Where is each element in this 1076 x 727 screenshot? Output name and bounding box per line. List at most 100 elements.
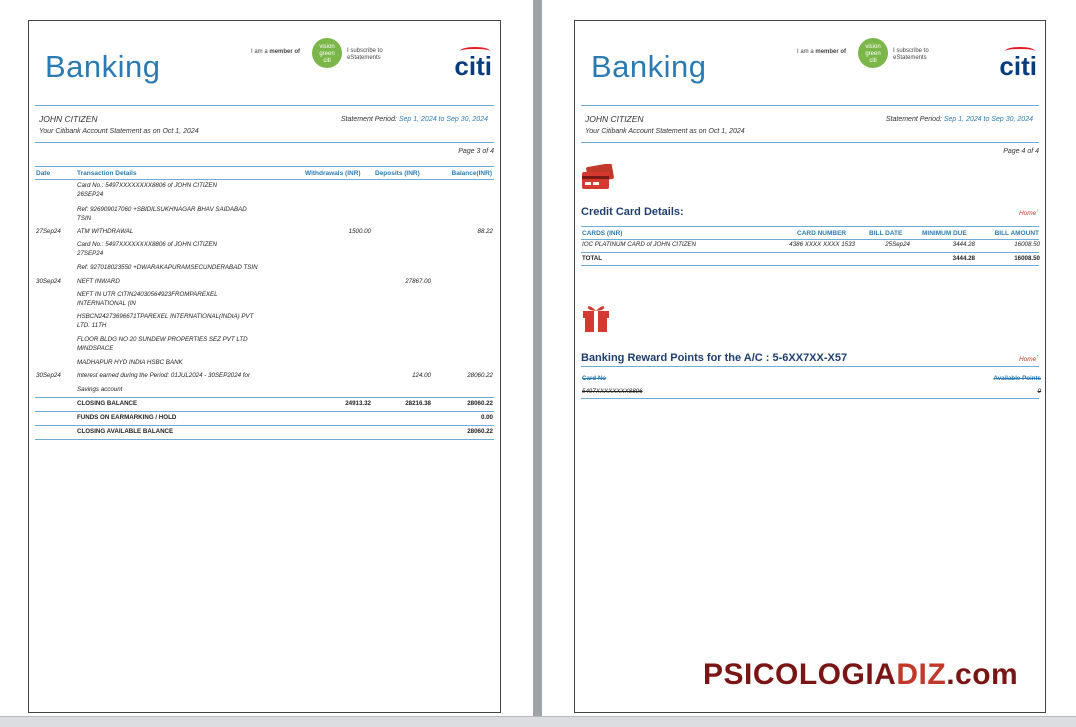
vision-green-logo: vision green citi: [312, 38, 342, 68]
vision-green-logo: vision green citi: [858, 38, 888, 68]
statement-page-4: Banking I am a member of vision green citi…: [574, 20, 1046, 713]
txn-detail: 27SEP24: [77, 250, 104, 257]
col-card-number: CARD NUMBER: [797, 230, 847, 237]
citi-logo: citi: [454, 47, 492, 82]
total-label: FUNDS ON EARMARKING / HOLD: [77, 414, 177, 421]
divider: [35, 425, 494, 426]
divider: [581, 105, 1039, 106]
txn-detail: NEFT INWARD: [77, 278, 120, 285]
total-label: TOTAL: [582, 255, 603, 262]
txn-detail: MADHAPUR HYD INDIA HSBC BANK: [77, 359, 183, 366]
total-label: CLOSING AVAILABLE BALANCE: [77, 428, 174, 435]
home-link[interactable]: Home↑: [1019, 208, 1039, 217]
txn-deposit: 27867.00: [405, 278, 431, 285]
txn-detail: Ref: 926909017060 +SBIDILSUKHNAGAR BHAV …: [77, 206, 247, 213]
citi-logo: citi: [999, 47, 1037, 82]
reward-points-section-title: Banking Reward Points for the A/C : 5-6X…: [581, 352, 848, 364]
divider: [581, 398, 1039, 399]
divider: [35, 439, 494, 440]
txn-detail: 26SEP24: [77, 191, 104, 198]
divider: [581, 366, 1039, 367]
col-cards: CARDS (INR): [582, 230, 623, 237]
status-bar: [0, 716, 1076, 727]
rp-available-points: 0: [1037, 388, 1041, 395]
statement-period: Statement Period: Sep 1, 2024 to Sep 30,…: [340, 116, 488, 123]
col-deposits: Deposits (INR): [375, 170, 420, 177]
watermark: PSICOLOGIADIZ.com: [703, 658, 1019, 691]
txn-withdrawal: 1500.00: [348, 228, 371, 235]
divider: [35, 179, 494, 180]
member-text: I am a member of: [251, 49, 301, 55]
total-balance: 0.00: [480, 414, 493, 421]
divider: [581, 265, 1039, 266]
total-deposits: 28216.38: [405, 400, 431, 407]
bill-date: 25Sep24: [885, 241, 910, 248]
rp-col-card: Card No: [582, 375, 607, 382]
txn-date: 30Sep24: [36, 278, 61, 285]
txn-detail: Ref: 927018023550 +DWARAKAPURAMSECUNDERA…: [77, 264, 258, 271]
member-text: I am a member of: [797, 49, 847, 55]
gift-icon: [583, 306, 609, 332]
txn-detail: Card No.: 5497XXXXXXXX8806 of JOHN CITIZ…: [77, 241, 217, 248]
divider: [35, 142, 494, 143]
divider: [581, 142, 1039, 143]
account-statement-note: Your Citibank Account Statement as on Oc…: [585, 128, 745, 135]
col-details: Transaction Details: [77, 170, 137, 177]
txn-detail: MINDSPACE: [77, 345, 114, 352]
card-name: IOC PLATINUM CARD of JOHN CITIZEN: [582, 241, 697, 248]
rp-col-points: Available Points: [993, 375, 1041, 382]
txn-detail: ATM WITHDRAWAL: [77, 228, 134, 235]
txn-balance: 88.22: [477, 228, 493, 235]
home-link[interactable]: Home↑: [1019, 354, 1039, 363]
bill-amount: 16008.50: [1014, 241, 1040, 248]
total-label: CLOSING BALANCE: [77, 400, 138, 407]
txn-detail: Interest earned during the Period: 01JUL…: [77, 372, 251, 379]
customer-name: JOHN CITIZEN: [39, 114, 98, 124]
total-bill-amount: 16008.50: [1014, 255, 1040, 262]
divider: [581, 239, 1039, 240]
txn-detail: TSIN: [77, 215, 92, 222]
divider: [35, 166, 494, 167]
divider: [581, 252, 1039, 253]
col-withdrawals: Withdrawals (INR): [305, 170, 361, 177]
col-bill-date: BILL DATE: [869, 230, 903, 237]
txn-date: 27Sep24: [36, 228, 61, 235]
txn-detail: LTD. 11TH: [77, 322, 107, 329]
customer-name: JOHN CITIZEN: [585, 114, 644, 124]
divider: [581, 226, 1039, 227]
divider: [35, 105, 494, 106]
txn-detail: Savings account: [77, 386, 123, 393]
total-minimum-due: 3444.28: [952, 255, 975, 262]
txn-detail: NEFT IN UTR CITIN24030564923FROMPAREXEL: [77, 291, 218, 298]
txn-detail: HSBCN24273696671TPAREXEL INTERNATIONAL(I…: [77, 313, 254, 320]
subscribe-text: I subscribe to eStatements: [893, 48, 929, 61]
subscribe-text: I subscribe to eStatements: [347, 48, 383, 61]
statement-page-3: Banking I am a member of vision green citi…: [28, 20, 501, 713]
total-withdrawals: 24913.32: [345, 400, 371, 407]
txn-detail: INTERNATIONAL (IN: [77, 300, 136, 307]
total-balance: 28060.22: [467, 428, 493, 435]
txn-balance: 28060.22: [467, 372, 493, 379]
txn-detail: FLOOR BLDG NO 20 SUNDEW PROPERTIES SEZ P…: [77, 336, 248, 343]
divider: [35, 411, 494, 412]
brand-title: Banking: [45, 49, 161, 84]
minimum-due: 3444.28: [952, 241, 975, 248]
txn-deposit: 124.00: [412, 372, 431, 379]
col-balance: Balance(INR): [451, 170, 492, 177]
statement-period: Statement Period: Sep 1, 2024 to Sep 30,…: [885, 116, 1033, 123]
txn-detail: Card No.: 5497XXXXXXXX8806 of JOHN CITIZ…: [77, 182, 217, 189]
account-statement-note: Your Citibank Account Statement as on Oc…: [39, 128, 199, 135]
card-number: 4386 XXXX XXXX 1533: [789, 241, 855, 248]
divider: [35, 397, 494, 398]
total-balance: 28060.22: [467, 400, 493, 407]
page-splitter[interactable]: [533, 0, 542, 716]
page-number: Page 3 of 4: [458, 148, 494, 155]
page-number: Page 4 of 4: [1003, 148, 1039, 155]
credit-card-section-title: Credit Card Details:: [581, 206, 684, 218]
rp-card-number: 5497XXXXXXXX8806: [582, 388, 643, 395]
txn-date: 30Sep24: [36, 372, 61, 379]
brand-title: Banking: [591, 49, 707, 84]
credit-card-icon: [582, 164, 614, 189]
col-date: Date: [36, 170, 51, 177]
col-minimum-due: MINIMUM DUE: [922, 230, 967, 237]
